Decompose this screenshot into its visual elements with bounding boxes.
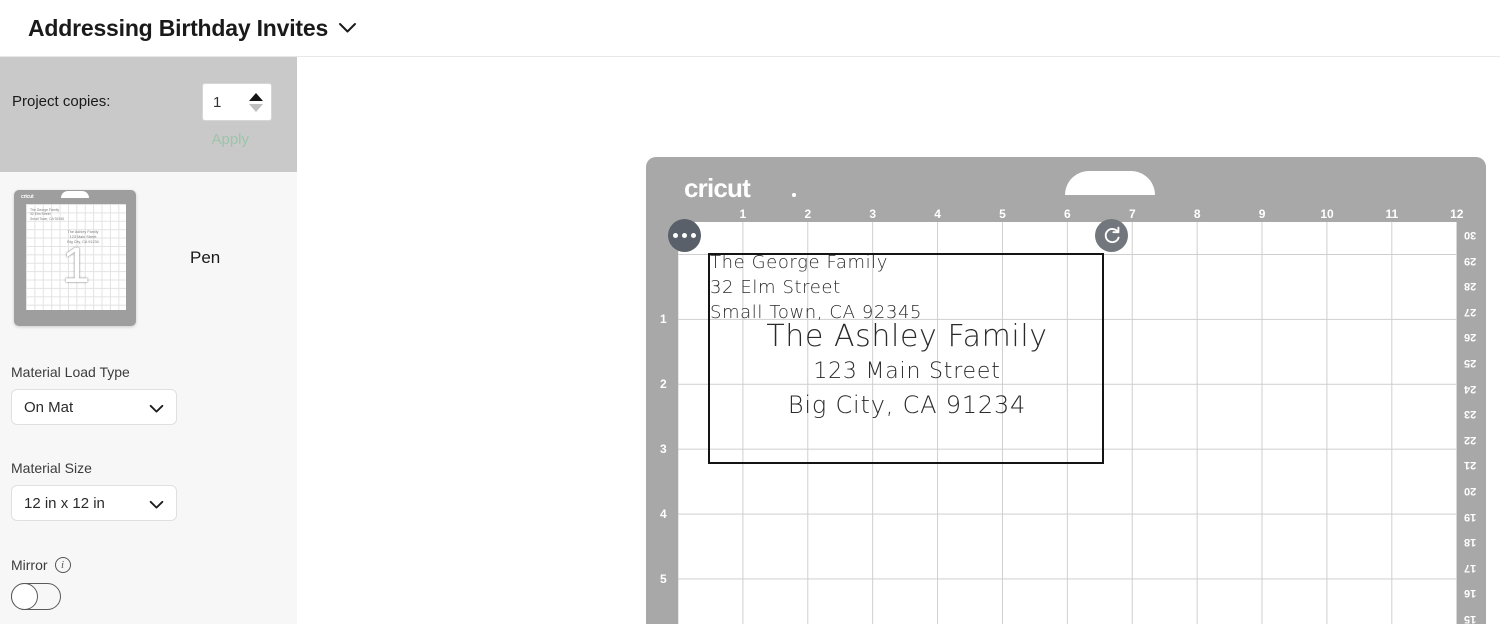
ruler-right-label: 15: [1463, 613, 1476, 624]
ruler-top-label: 4: [934, 207, 941, 221]
mat-thumbnail-tab: [61, 191, 89, 198]
material-settings-panel: cricut The George Family 32 Elm Street S…: [0, 172, 297, 624]
ruler-top-label: 7: [1128, 207, 1136, 221]
ruler-right-label: 23: [1463, 408, 1476, 421]
stepper-increment-icon[interactable]: [249, 93, 263, 101]
mat-brand-dot: [792, 193, 796, 197]
mat-brand-logo: cricut: [684, 173, 751, 203]
tool-label: Pen: [190, 248, 221, 267]
project-copies-label: Project copies:: [12, 93, 111, 110]
cutting-mat[interactable]: cricut 123456789101112 123456 3029282726…: [646, 157, 1486, 624]
ruler-right-label: 28: [1463, 280, 1476, 293]
mat-thumbnail-return-address: The George Family 32 Elm Street Small To…: [30, 208, 65, 221]
ruler-top-label: 6: [1064, 207, 1071, 221]
ellipsis-icon[interactable]: [668, 219, 701, 252]
mat-thumbnail-number: 1: [62, 237, 90, 293]
stepper-decrement-icon[interactable]: [249, 104, 263, 112]
mirror-row: Mirror i: [11, 557, 297, 573]
ruler-top-label: 3: [869, 207, 877, 221]
mirror-label: Mirror: [11, 557, 48, 573]
ruler-right-label: 18: [1463, 536, 1476, 549]
cricut-design-space-app: Addressing Birthday Invites Project copi…: [0, 0, 1500, 624]
chevron-down-icon[interactable]: [338, 22, 357, 34]
ruler-right-label: 20: [1463, 485, 1476, 497]
mat-preview-row: cricut The George Family 32 Elm Street S…: [0, 190, 297, 326]
stepper-arrows: [249, 92, 263, 112]
ruler-top-label: 1: [739, 207, 747, 221]
ruler-right-label: 25: [1463, 357, 1476, 369]
ruler-right-label: 22: [1463, 433, 1476, 446]
project-copies-row: Project copies: 1: [12, 83, 273, 121]
ruler-right-label: 27: [1463, 305, 1476, 318]
material-load-type-label: Material Load Type: [11, 364, 130, 380]
material-size-select[interactable]: 12 in x 12 in: [11, 485, 177, 521]
app-header: Addressing Birthday Invites: [0, 0, 1500, 57]
mirror-toggle-knob: [11, 583, 38, 610]
material-size-label: Material Size: [11, 460, 92, 476]
ruler-left-label: 3: [660, 441, 667, 456]
ruler-top-label: 5: [999, 207, 1006, 221]
project-copies-value[interactable]: 1: [213, 94, 221, 111]
project-copies-stepper[interactable]: 1: [202, 83, 272, 121]
mirror-toggle[interactable]: [11, 583, 61, 610]
ruler-top-label: 11: [1385, 207, 1399, 221]
mirror-group: Mirror i: [0, 557, 297, 610]
chevron-down-icon[interactable]: [149, 401, 164, 419]
ruler-right-label: 29: [1463, 254, 1476, 267]
mat-thumbnail-grid: The George Family 32 Elm Street Small To…: [26, 204, 126, 310]
ruler-left-label: 1: [660, 311, 667, 326]
ruler-left-label: 2: [660, 376, 667, 391]
mat-thumbnail[interactable]: cricut The George Family 32 Elm Street S…: [14, 190, 136, 326]
chevron-down-icon[interactable]: [149, 497, 164, 515]
mat-canvas-area[interactable]: cricut 123456789101112 123456 3029282726…: [297, 57, 1500, 624]
ruler-right-label: 24: [1463, 382, 1476, 395]
material-load-type-select[interactable]: On Mat: [11, 389, 177, 425]
selection-bounding-box[interactable]: [708, 253, 1104, 464]
page-title: Addressing Birthday Invites: [28, 14, 329, 41]
ruler-right-label: 26: [1463, 331, 1476, 344]
material-size-group: Material Size 12 in x 12 in: [0, 460, 297, 521]
apply-row: Apply: [12, 131, 273, 148]
project-title-dropdown[interactable]: Addressing Birthday Invites: [28, 15, 357, 42]
ruler-top-label: 2: [804, 207, 812, 221]
ruler-top-label: 12: [1450, 207, 1464, 221]
ruler-left-label: 5: [660, 571, 667, 586]
ruler-top-label: 9: [1258, 207, 1266, 221]
ruler-right-label: 17: [1463, 561, 1476, 574]
info-icon[interactable]: i: [54, 557, 71, 573]
mat-thumbnail-brand: cricut: [21, 194, 34, 200]
rotate-icon[interactable]: [1095, 219, 1128, 252]
ruler-right-label: 19: [1463, 510, 1476, 523]
settings-sidebar: Project copies: 1 Apply cricut The Georg…: [0, 57, 297, 624]
ruler-right-label: 30: [1463, 229, 1476, 241]
project-copies-panel: Project copies: 1 Apply: [0, 57, 297, 172]
material-size-value: 12 in x 12 in: [24, 494, 105, 512]
ruler-right-label: 16: [1463, 587, 1476, 600]
ruler-right-label: 21: [1463, 459, 1476, 472]
material-load-type-group: Material Load Type On Mat: [0, 364, 297, 425]
apply-button[interactable]: Apply: [211, 131, 249, 148]
mat-tab: [1065, 171, 1155, 195]
material-load-type-value: On Mat: [24, 398, 74, 416]
ruler-top-label: 10: [1320, 207, 1334, 221]
ruler-top-label: 8: [1193, 207, 1201, 221]
ruler-left-label: 4: [660, 506, 667, 521]
